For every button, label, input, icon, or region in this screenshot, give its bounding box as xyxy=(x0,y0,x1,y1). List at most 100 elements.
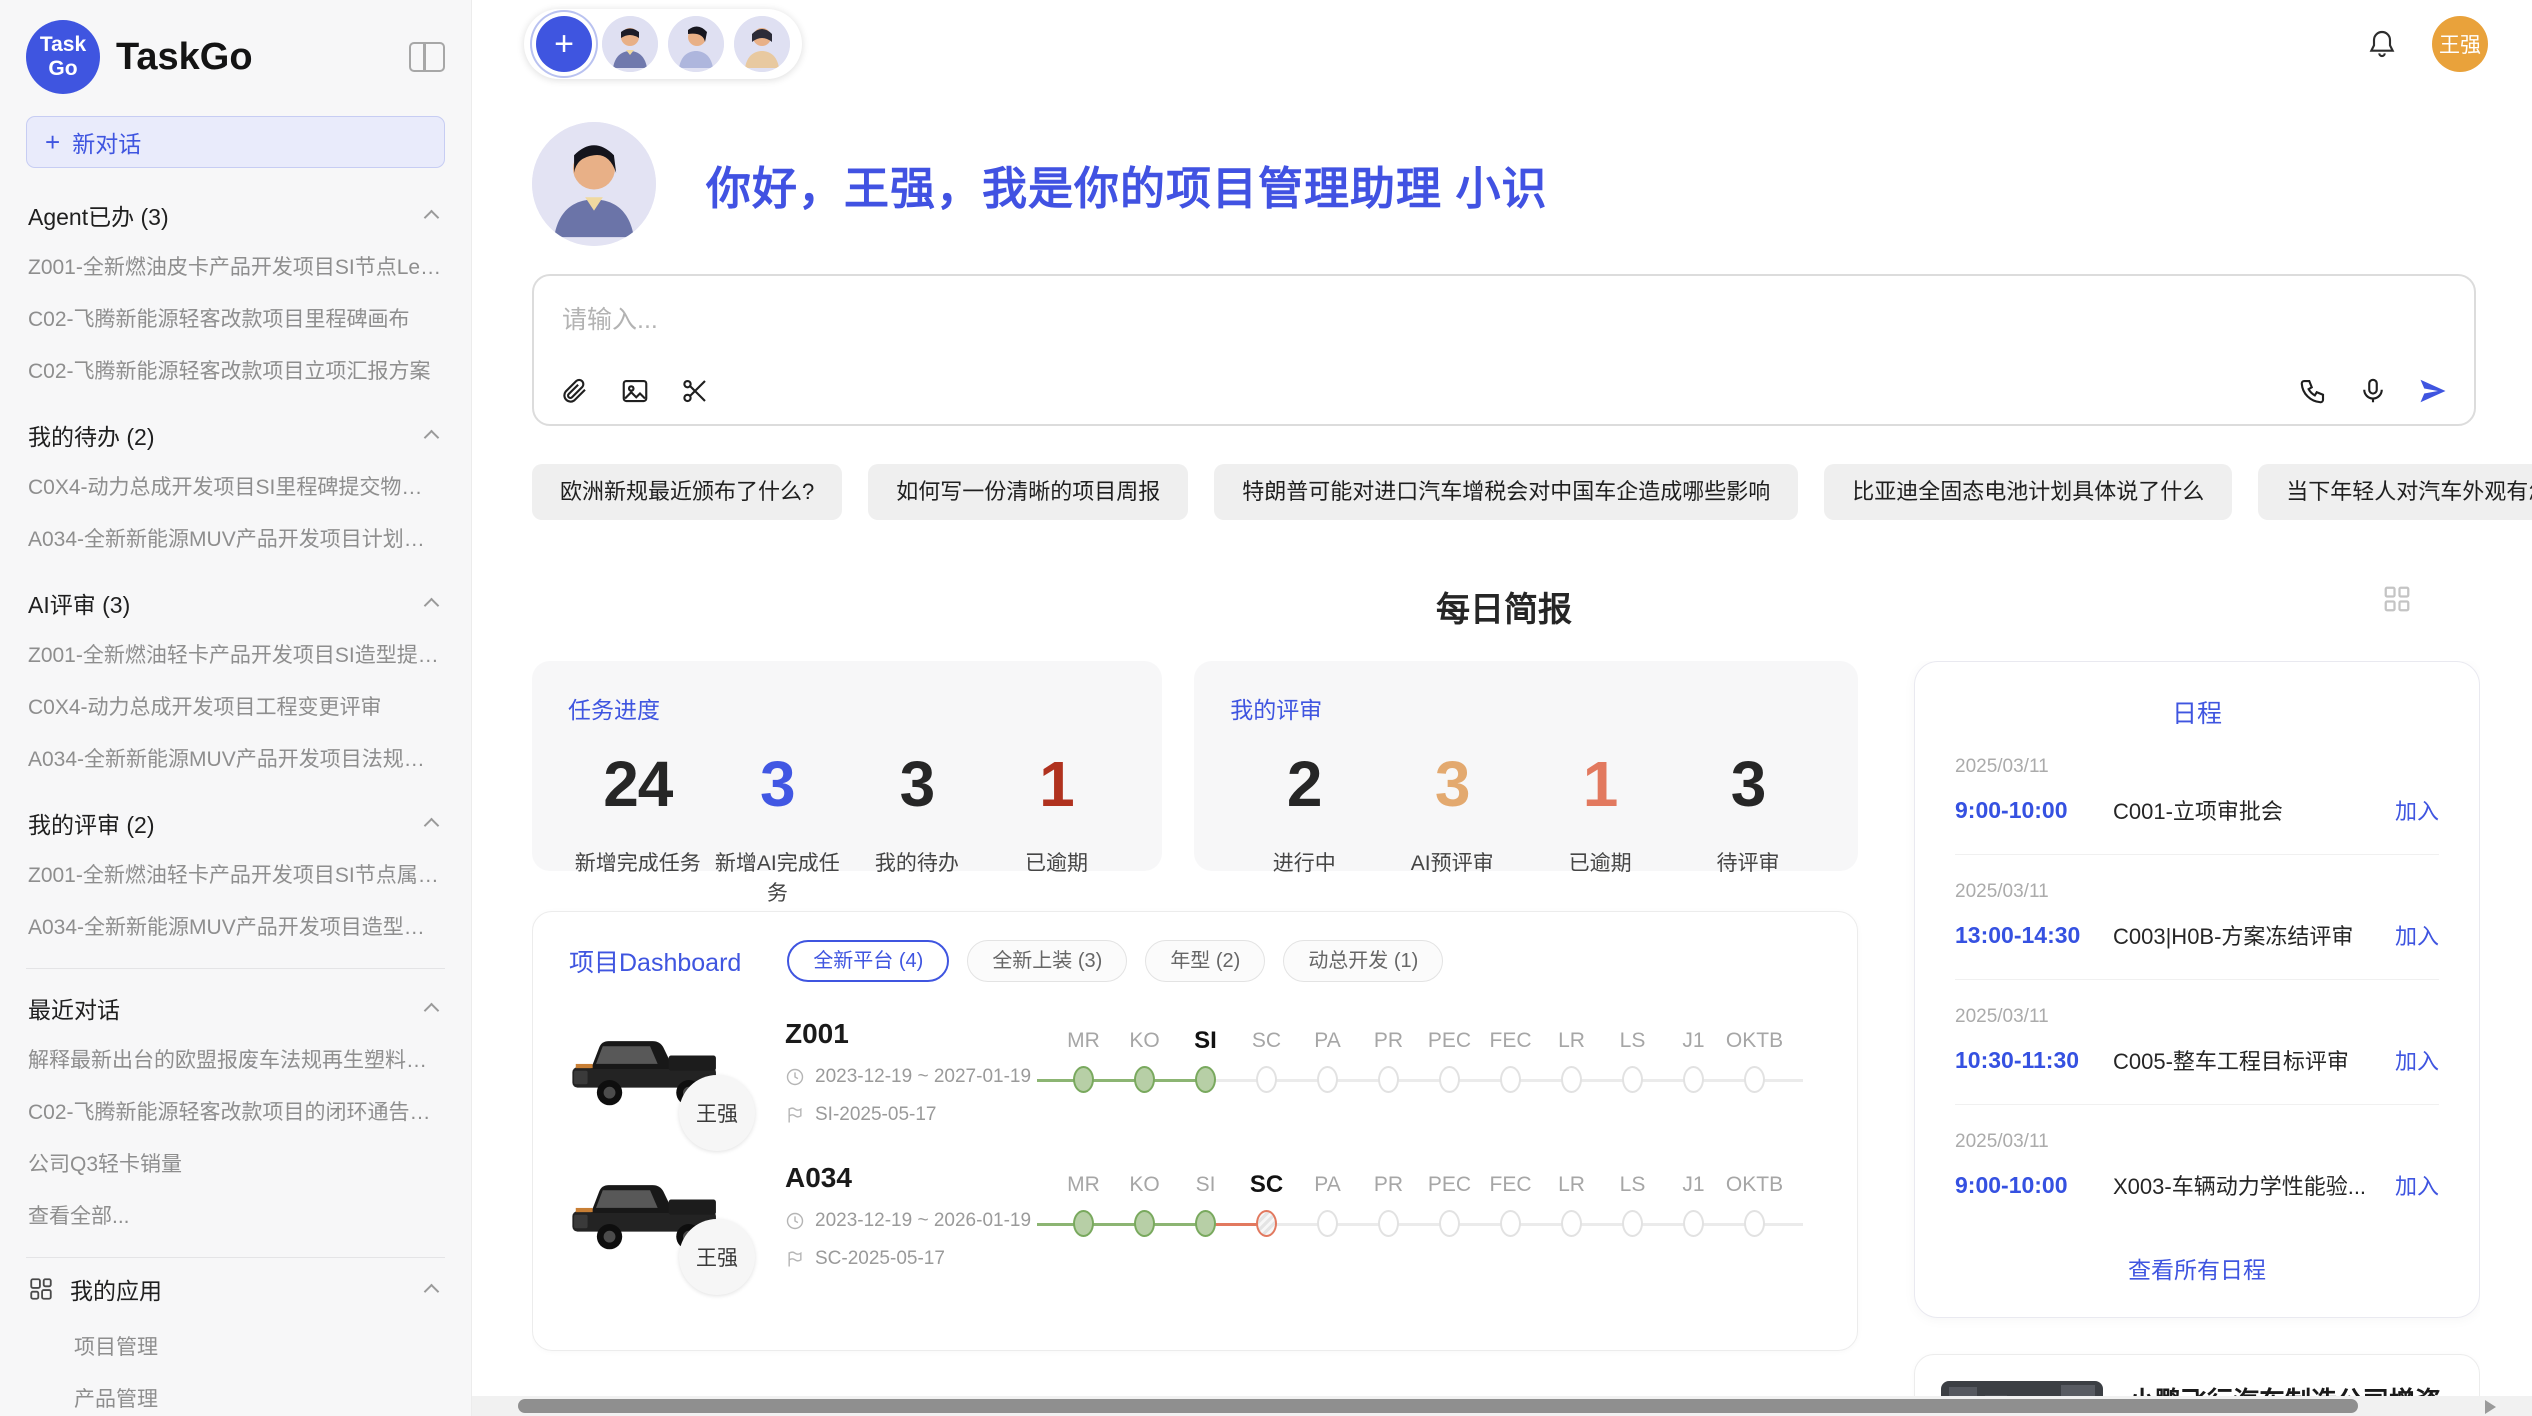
milestone-label: SI xyxy=(1175,1164,1236,1206)
user-avatar[interactable]: 王强 xyxy=(2432,16,2488,72)
phone-call-icon[interactable] xyxy=(2298,376,2328,406)
agent-avatar-3[interactable] xyxy=(734,16,790,72)
milestone-node xyxy=(1134,1066,1155,1093)
dashboard-filter[interactable]: 动总开发 (1) xyxy=(1283,940,1443,982)
chevron-up-icon[interactable] xyxy=(424,210,440,226)
scissors-icon[interactable] xyxy=(680,376,710,406)
milestone: OKTB xyxy=(1724,1164,1785,1237)
dashboard-title: 项目Dashboard xyxy=(569,943,741,979)
add-agent-button[interactable]: + xyxy=(536,16,592,72)
recent-conversation-item[interactable]: 解释最新出台的欧盟报废车法规再生塑料比例被调至15%... xyxy=(26,1033,445,1085)
milestone: SC xyxy=(1236,1164,1297,1237)
sidebar-list-item[interactable]: A034-全新新能源MUV产品开发项目法规符合性评审 xyxy=(26,732,445,784)
join-link[interactable]: 加入 xyxy=(2381,1169,2439,1201)
dashboard-filter[interactable]: 全新平台 (4) xyxy=(787,940,949,982)
sidebar-list-item[interactable]: A034-全新新能源MUV产品开发项目造型可行性评审 xyxy=(26,900,445,952)
attachment-icon[interactable] xyxy=(560,376,590,406)
stat: 1 已逾期 xyxy=(987,747,1127,907)
chevron-up-icon[interactable] xyxy=(424,818,440,834)
app-title: TaskGo xyxy=(116,36,253,79)
chevron-up-icon[interactable] xyxy=(424,1284,440,1300)
sidebar-section-header[interactable]: 我的评审 (2) xyxy=(26,784,445,848)
sidebar-list-item[interactable]: C0X4-动力总成开发项目SI里程碑提交物检查 xyxy=(26,460,445,512)
milestone-node xyxy=(1622,1066,1643,1093)
send-icon[interactable] xyxy=(2418,376,2448,406)
sidebar-list-item[interactable]: Z001-全新燃油皮卡产品开发项目SI节点Lesson Learn报告 xyxy=(26,240,445,292)
stat-label: AI预评审 xyxy=(1378,847,1526,877)
agent-avatar-1[interactable] xyxy=(602,16,658,72)
sidebar-list-item[interactable]: Z001-全新燃油轻卡产品开发项目SI节点属性5D文件评审 xyxy=(26,848,445,900)
sidebar-section-header[interactable]: AI评审 (3) xyxy=(26,564,445,628)
greeting-text: 你好，王强，我是你的项目管理助理 小识 xyxy=(706,152,1548,217)
sidebar-list-item[interactable]: A034-全新新能源MUV产品开发项目计划变更表编写 xyxy=(26,512,445,564)
suggestion-chip[interactable]: 特朗普可能对进口汽车增税会对中国车企造成哪些影响 xyxy=(1214,464,1798,520)
milestone: SI xyxy=(1175,1164,1236,1237)
app-logo-line1: Task xyxy=(40,33,86,57)
suggestion-chip[interactable]: 如何写一份清晰的项目周报 xyxy=(868,464,1188,520)
sidebar-list-item[interactable]: Z001-全新燃油轻卡产品开发项目SI造型提交物评审 xyxy=(26,628,445,680)
stat-value: 3 xyxy=(708,747,848,821)
milestone-label: MR xyxy=(1053,1020,1114,1062)
milestone-label: PA xyxy=(1297,1020,1358,1062)
project-row[interactable]: 王强 A034 2023-12-19 ~ 2026-01-19 SC-2025-… xyxy=(569,1162,1821,1270)
join-link[interactable]: 加入 xyxy=(2381,1044,2439,1076)
view-all-schedule-link[interactable]: 查看所有日程 xyxy=(1955,1229,2439,1297)
schedule-list: 2025/03/11 9:00-10:00 C001-立项审批会 加入 2025… xyxy=(1955,730,2439,1229)
recent-conversation-item[interactable]: 公司Q3轻卡销量 xyxy=(26,1137,445,1189)
sidebar-list-item[interactable]: C0X4-动力总成开发项目工程变更评审 xyxy=(26,680,445,732)
suggestion-chip[interactable]: 欧洲新规最近颁布了什么? xyxy=(532,464,842,520)
horizontal-scrollbar[interactable] xyxy=(472,1396,2532,1416)
image-icon[interactable] xyxy=(620,376,650,406)
my-apps-header[interactable]: 我的应用 xyxy=(26,1258,445,1320)
sidebar-scroll-area: Agent已办 (3) Z001-全新燃油皮卡产品开发项目SI节点Lesson … xyxy=(26,176,445,1416)
stat-card: 任务进度 24 新增完成任务 3 新增AI完成任务 3 我的待办 1 已逾期 xyxy=(532,661,1162,871)
recent-conversation-item[interactable]: 查看全部... xyxy=(26,1189,445,1241)
chat-input[interactable] xyxy=(562,306,2446,335)
sidebar-collapse-icon[interactable] xyxy=(409,42,445,72)
milestone-node xyxy=(1561,1210,1582,1237)
scrollbar-thumb[interactable] xyxy=(518,1399,2358,1413)
milestone-label: SC xyxy=(1236,1164,1297,1206)
app-logo-line2: Go xyxy=(48,57,77,81)
chevron-up-icon[interactable] xyxy=(424,430,440,446)
join-link[interactable]: 加入 xyxy=(2381,794,2439,826)
sidebar-section-title: AI评审 (3) xyxy=(28,586,130,620)
schedule-date: 2025/03/11 xyxy=(1955,1006,2439,1028)
clock-icon xyxy=(785,1211,805,1231)
app-sub-item[interactable]: 项目管理 xyxy=(26,1320,445,1372)
agent-avatar-2[interactable] xyxy=(668,16,724,72)
new-chat-label: 新对话 xyxy=(72,125,141,159)
sidebar-list-item[interactable]: C02-飞腾新能源轻客改款项目里程碑画布 xyxy=(26,292,445,344)
milestone-node xyxy=(1500,1066,1521,1093)
milestone: SC xyxy=(1236,1020,1297,1093)
microphone-icon[interactable] xyxy=(2358,376,2388,406)
suggestion-chip[interactable]: 比亚迪全固态电池计划具体说了什么 xyxy=(1824,464,2232,520)
join-link[interactable]: 加入 xyxy=(2381,919,2439,951)
stat-label: 已逾期 xyxy=(987,847,1127,877)
suggestion-chip[interactable]: 当下年轻人对汽车外观有怎样的喜好趋势 xyxy=(2258,464,2532,520)
recent-conversation-item[interactable]: C02-飞腾新能源轻客改款项目的闭环通告反馈情况 xyxy=(26,1085,445,1137)
scrollbar-right-arrow[interactable] xyxy=(2485,1400,2496,1414)
dashboard-filter[interactable]: 年型 (2) xyxy=(1145,940,1265,982)
app-sub-item[interactable]: 产品管理 xyxy=(26,1372,445,1416)
milestone-timeline: MR KO SI SC PA xyxy=(1053,1162,1821,1237)
chevron-up-icon[interactable] xyxy=(424,1003,440,1019)
daily-briefing-title: 每日简报 xyxy=(1436,591,1572,629)
project-row[interactable]: 王强 Z001 2023-12-19 ~ 2027-01-19 SI-2025-… xyxy=(569,1018,1821,1126)
recent-section-header[interactable]: 最近对话 xyxy=(26,969,445,1033)
milestone-node xyxy=(1622,1210,1643,1237)
stat: 3 新增AI完成任务 xyxy=(708,747,848,907)
sidebar-section-header[interactable]: Agent已办 (3) xyxy=(26,176,445,240)
milestone: PR xyxy=(1358,1164,1419,1237)
sidebar-list-item[interactable]: C02-飞腾新能源轻客改款项目立项汇报方案 xyxy=(26,344,445,396)
chevron-up-icon[interactable] xyxy=(424,598,440,614)
layout-grid-icon[interactable] xyxy=(2382,584,2412,614)
notification-bell-icon[interactable] xyxy=(2366,27,2398,61)
milestone-label: PR xyxy=(1358,1020,1419,1062)
milestone-node xyxy=(1195,1066,1216,1093)
dashboard-filter[interactable]: 全新上装 (3) xyxy=(967,940,1127,982)
new-chat-button[interactable]: + 新对话 xyxy=(26,116,445,168)
sidebar-apps: 我的应用 项目管理产品管理变更管理查看全部... xyxy=(26,1258,445,1416)
project-next-milestone: SC-2025-05-17 xyxy=(815,1248,945,1270)
sidebar-section-header[interactable]: 我的待办 (2) xyxy=(26,396,445,460)
